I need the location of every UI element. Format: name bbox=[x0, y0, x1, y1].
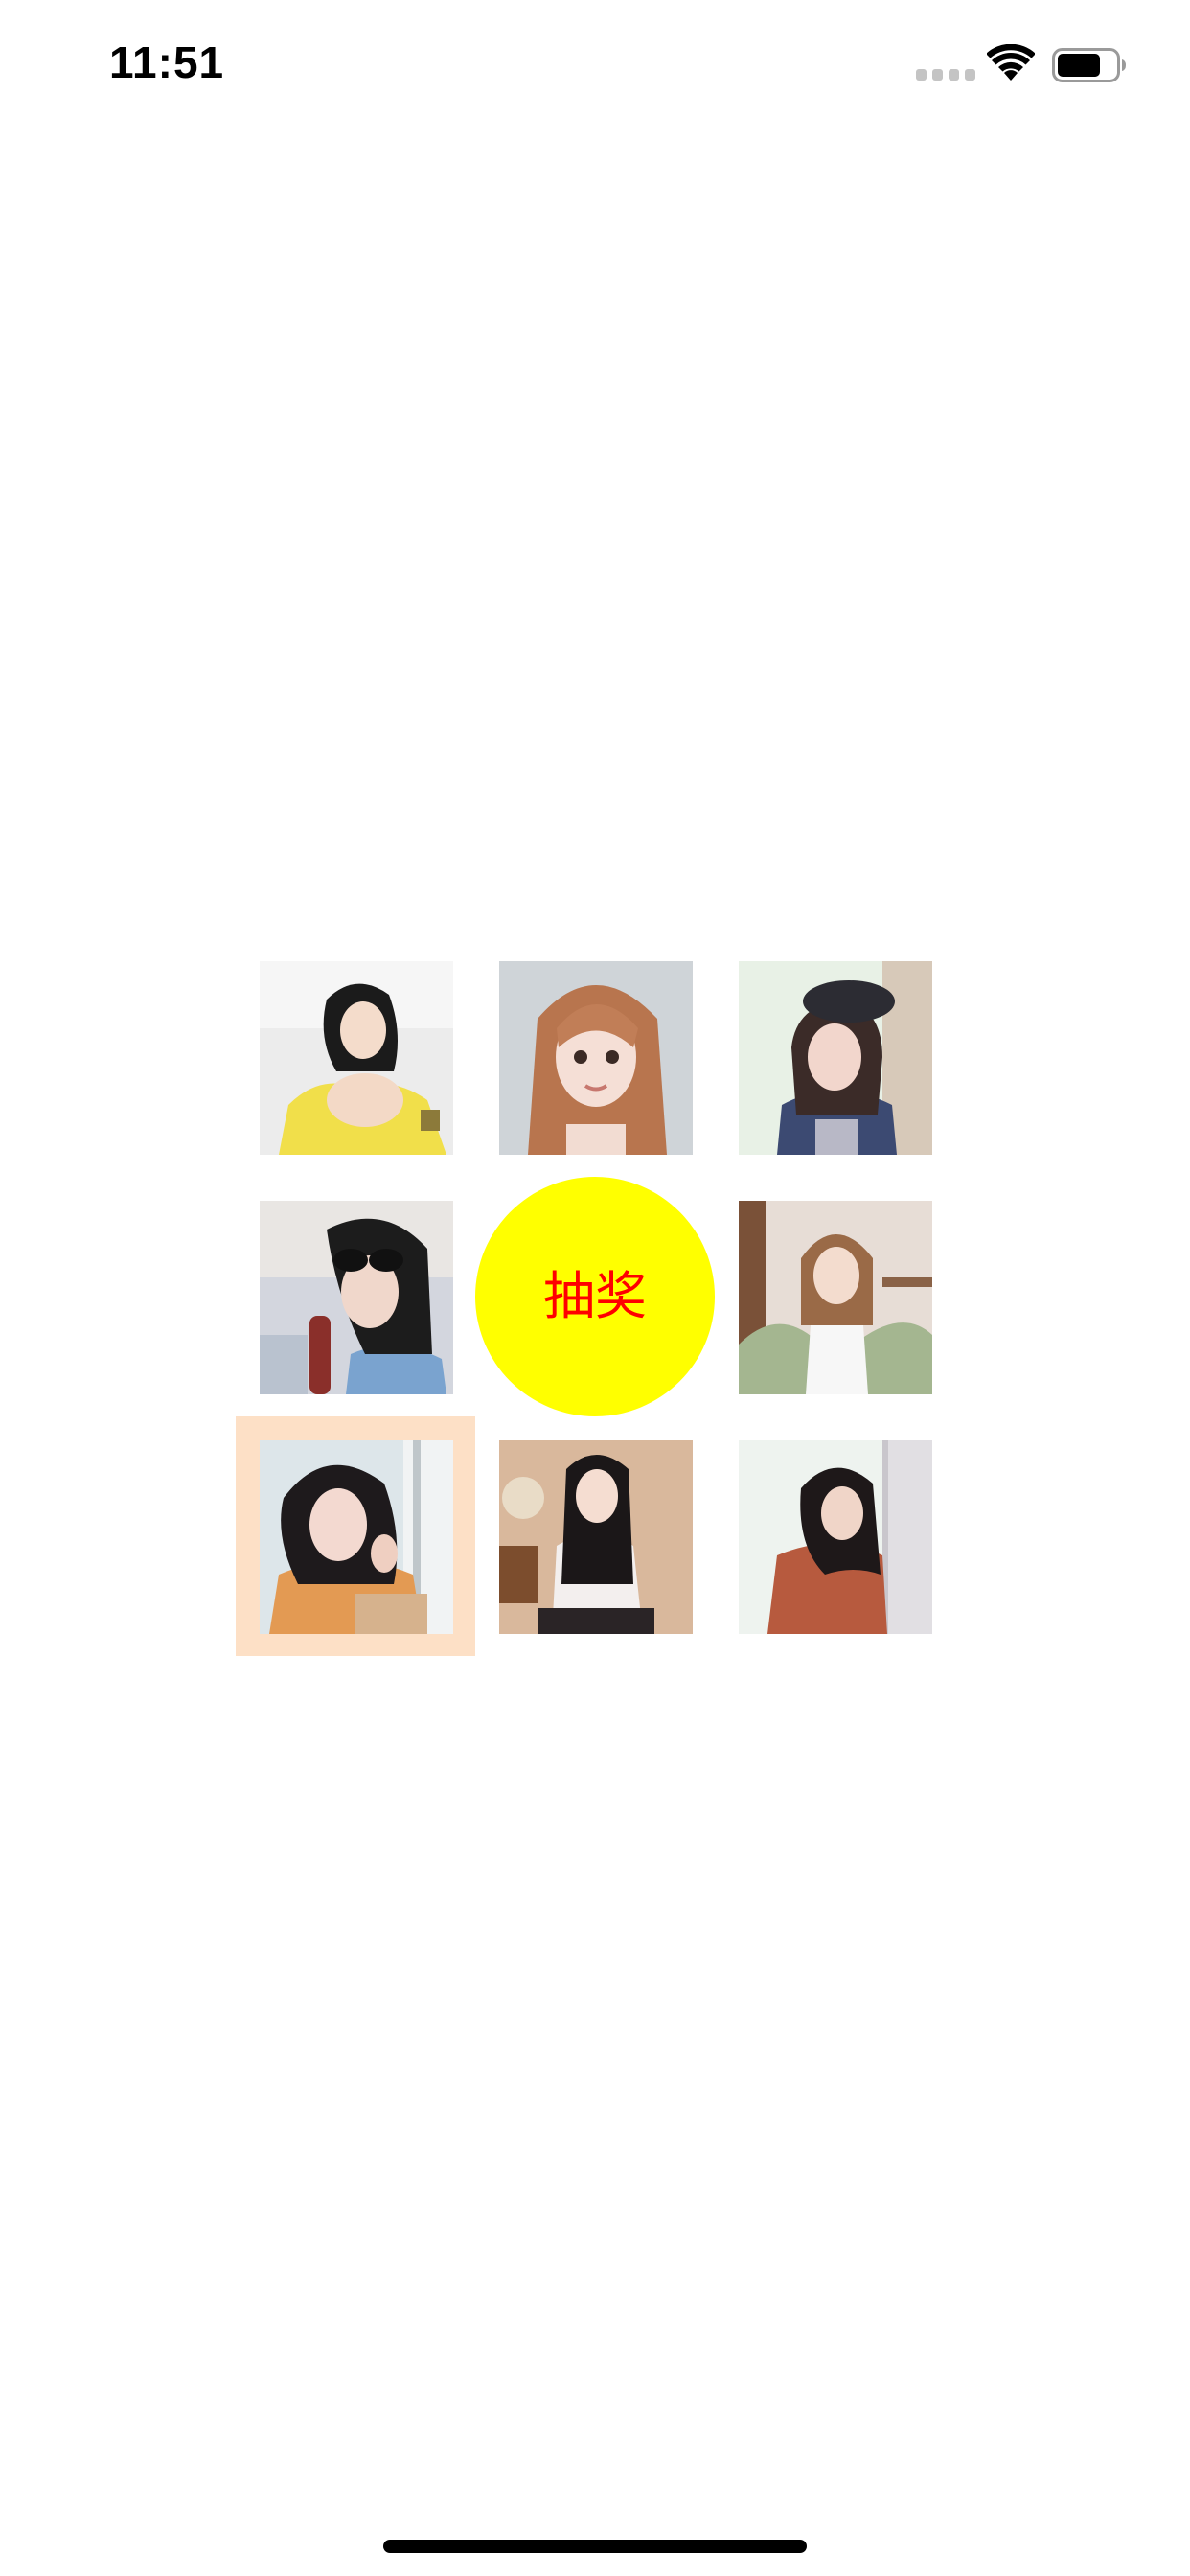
prize-photo-8 bbox=[499, 1440, 693, 1634]
prize-cell-1 bbox=[236, 937, 475, 1177]
prize-photo-6 bbox=[739, 1201, 932, 1394]
prize-photo-4 bbox=[260, 1201, 453, 1394]
cellular-signal-icon bbox=[916, 69, 975, 80]
prize-photo-1 bbox=[260, 961, 453, 1155]
prize-cell-7-selected bbox=[236, 1416, 475, 1656]
prize-cell-8 bbox=[475, 1416, 715, 1656]
home-indicator[interactable] bbox=[383, 2540, 807, 2553]
prize-photo-2 bbox=[499, 961, 693, 1155]
battery-icon bbox=[1052, 48, 1127, 82]
prize-cell-6 bbox=[715, 1177, 954, 1416]
prize-cell-2 bbox=[475, 937, 715, 1177]
wifi-icon bbox=[986, 43, 1036, 82]
prize-photo-3 bbox=[739, 961, 932, 1155]
draw-button[interactable]: 抽奖 bbox=[475, 1177, 715, 1416]
prize-cell-3 bbox=[715, 937, 954, 1177]
lottery-grid: 抽奖 bbox=[236, 937, 954, 1656]
prize-cell-9 bbox=[715, 1416, 954, 1656]
status-bar: 11:51 bbox=[0, 0, 1190, 129]
prize-photo-7 bbox=[260, 1440, 453, 1634]
prize-cell-4 bbox=[236, 1177, 475, 1416]
status-time: 11:51 bbox=[109, 37, 225, 87]
prize-photo-9 bbox=[739, 1440, 932, 1634]
draw-button-label: 抽奖 bbox=[543, 1266, 647, 1326]
